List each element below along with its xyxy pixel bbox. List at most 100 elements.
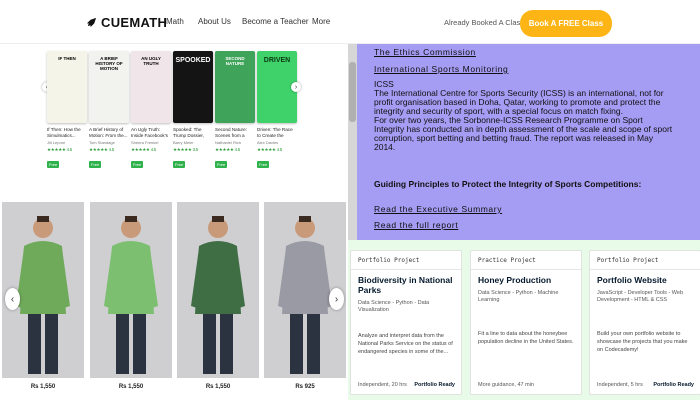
book-cover: SECOND NATURE — [215, 51, 255, 123]
brand-name: CUEMATH — [101, 15, 168, 30]
project-title: Honey Production — [478, 275, 552, 285]
book-author: Sheera Frenkel — [131, 140, 159, 145]
book-cover-title: AN UGLY TRUTH — [141, 56, 161, 66]
project-footer: More guidance, 47 min — [478, 382, 575, 388]
scrollbar[interactable] — [348, 44, 357, 240]
project-card[interactable]: Portfolio Project Biodiversity in Nation… — [350, 250, 462, 395]
product-price: Rs 925 — [295, 384, 315, 390]
project-card[interactable]: Portfolio Project Portfolio Website Java… — [589, 250, 700, 395]
book-cover: SPOOKED — [173, 51, 213, 123]
divider — [351, 269, 461, 270]
book-cover-title: A BRIEF HISTORY OF MOTION — [95, 56, 123, 71]
full-report-link[interactable]: Read the full report — [374, 220, 458, 230]
product-image — [177, 202, 259, 378]
project-type: Practice Project — [478, 257, 536, 264]
product-card[interactable]: Rs 1,550 — [90, 202, 172, 390]
book-title: Spooked: The Trump Dossier, Black Cube,.… — [173, 127, 204, 138]
book-item[interactable]: SPOOKED Spooked: The Trump Dossier, Blac… — [173, 51, 213, 171]
free-badge: Free — [89, 161, 102, 168]
product-carousel-next-button[interactable]: › — [329, 288, 344, 310]
book-author: Nathaniel Rich — [215, 140, 242, 145]
star-rating: ★★★★★ 4.5 — [131, 147, 156, 152]
project-type: Portfolio Project — [597, 257, 659, 264]
project-duration: More guidance, 47 min — [478, 382, 534, 388]
nav-math[interactable]: Math — [166, 17, 184, 26]
chevron-right-icon: › — [294, 83, 298, 91]
international-sports-monitoring-link[interactable]: International Sports Monitoring — [374, 64, 508, 74]
free-badge: Free — [215, 161, 228, 168]
chevron-left-icon: ‹ — [10, 293, 15, 305]
product-carousel: Rs 1,550 Rs 1,550 Rs 1,550 Rs 925 ‹ › — [0, 200, 346, 400]
book-cover: A BRIEF HISTORY OF MOTION — [89, 51, 129, 123]
book-cover-title: DRIVEN — [263, 57, 291, 64]
page: CUEMATH Math About Us Become a Teacher M… — [0, 0, 700, 400]
executive-summary-link[interactable]: Read the Executive Summary — [374, 204, 502, 214]
book-title: Second Nature: Scenes from a World Remad… — [215, 127, 247, 138]
book-item[interactable]: DRIVEN Driven: The Race to Create the Au… — [257, 51, 297, 171]
project-description: Build your own portfolio website to show… — [597, 331, 688, 353]
book-free-class-button[interactable]: Book A FREE Class — [520, 10, 612, 37]
book-author: Alex Davies — [257, 140, 279, 145]
ethics-commission-link[interactable]: The Ethics Commission — [374, 47, 476, 57]
product-image — [90, 202, 172, 378]
book-author: Jill Lepore — [47, 140, 66, 145]
project-duration: Independent, 5 hrs — [597, 382, 643, 388]
nav-more[interactable]: More — [312, 17, 330, 26]
book-author: Tom Standage — [89, 140, 115, 145]
divider — [590, 269, 700, 270]
book-cover-title: SPOOKED — [175, 57, 211, 64]
article-body: ICSS The International Centre for Sports… — [374, 79, 673, 152]
product-price: Rs 1,550 — [118, 384, 144, 390]
book-carousel: ‹ IF THEN If Then: How the Simulmatics..… — [0, 44, 345, 184]
rocket-icon — [86, 17, 97, 28]
star-rating: ★★★★★ 4.5 — [47, 147, 72, 152]
model-photo — [90, 202, 172, 378]
project-card[interactable]: Practice Project Honey Production Data S… — [470, 250, 582, 395]
book-item[interactable]: A BRIEF HISTORY OF MOTION A Brief Histor… — [89, 51, 129, 171]
book-author: Barry Meier — [173, 140, 194, 145]
book-cover: AN UGLY TRUTH — [131, 51, 171, 123]
project-title: Portfolio Website — [597, 275, 667, 285]
free-badge: Free — [173, 161, 186, 168]
star-rating: ★★★★★ 4.5 — [215, 147, 240, 152]
book-carousel-next-button[interactable]: › — [291, 82, 301, 92]
book-item[interactable]: SECOND NATURE Second Nature: Scenes from… — [215, 51, 255, 171]
book-title: Driven: The Race to Create the Autonomo.… — [257, 127, 293, 138]
chevron-right-icon: › — [334, 293, 339, 305]
product-card[interactable]: Rs 1,550 — [177, 202, 259, 390]
star-rating: ★★★★★ 4.5 — [257, 147, 282, 152]
portfolio-ready-label: Portfolio Ready — [653, 382, 694, 388]
free-badge: Free — [47, 161, 60, 168]
project-tech: Data Science - Python - Machine Learning — [478, 289, 559, 304]
nav-become-teacher[interactable]: Become a Teacher — [242, 17, 309, 26]
top-navigation-bar: CUEMATH Math About Us Become a Teacher M… — [0, 0, 700, 44]
project-cards-section: Portfolio Project Biodiversity in Nation… — [348, 240, 700, 400]
project-tech: Data Science - Python - Data Visualizati… — [358, 299, 430, 314]
book-title: An Ugly Truth: Inside Facebook's Battle … — [131, 127, 168, 138]
star-rating: ★★★★★ 4.5 — [89, 147, 114, 152]
already-booked-link[interactable]: Already Booked A Class? — [444, 18, 528, 27]
guiding-principles-heading: Guiding Principles to Protect the Integr… — [374, 179, 642, 189]
project-type: Portfolio Project — [358, 257, 420, 264]
project-duration: Independent, 20 hrs — [358, 382, 407, 388]
scrollbar-thumb[interactable] — [349, 62, 356, 122]
book-item[interactable]: IF THEN If Then: How the Simulmatics... … — [47, 51, 87, 171]
product-price: Rs 1,550 — [205, 384, 231, 390]
project-title: Biodiversity in National Parks — [358, 275, 453, 295]
portfolio-ready-label: Portfolio Ready — [414, 382, 455, 388]
project-footer: Independent, 5 hrs Portfolio Ready — [597, 382, 694, 388]
book-cover: IF THEN — [47, 51, 87, 123]
book-cover-title: SECOND NATURE — [225, 56, 245, 66]
book-cover-title: IF THEN — [58, 56, 76, 61]
book-item[interactable]: AN UGLY TRUTH An Ugly Truth: Inside Face… — [131, 51, 171, 171]
divider — [471, 269, 581, 270]
book-title: A Brief History of Motion: From the... — [89, 127, 128, 138]
brand-logo[interactable]: CUEMATH — [86, 15, 167, 30]
project-tech: JavaScript - Developer Tools - Web Devel… — [597, 289, 683, 304]
model-photo — [177, 202, 259, 378]
product-price: Rs 1,550 — [30, 384, 56, 390]
product-carousel-prev-button[interactable]: ‹ — [5, 288, 20, 310]
free-badge: Free — [131, 161, 144, 168]
project-description: Fit a line to data about the honeybee po… — [478, 331, 574, 345]
nav-about-us[interactable]: About Us — [198, 17, 231, 26]
